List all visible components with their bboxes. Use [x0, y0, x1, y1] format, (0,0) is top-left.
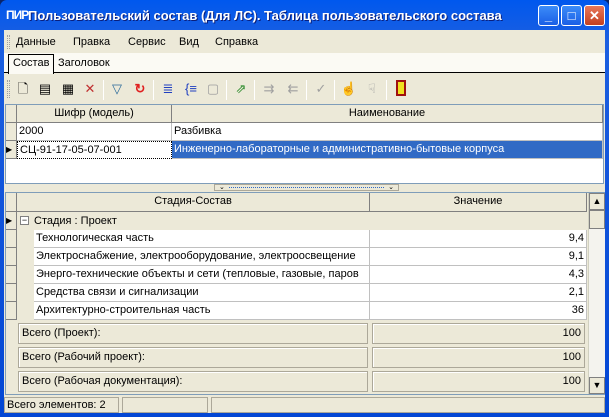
move-out-icon: ⇇ — [287, 81, 299, 96]
maximize-button[interactable]: □ — [561, 5, 582, 26]
table-cell-code[interactable]: СЦ-91-17-05-07-001 — [17, 141, 172, 159]
row-indicator[interactable] — [6, 123, 17, 141]
filter-icon[interactable]: ▽ — [108, 80, 126, 98]
properties-icon[interactable]: ▦ — [59, 80, 77, 98]
row-indicator[interactable] — [6, 230, 17, 248]
window: ПИР Пользовательский состав (Для ЛС). Та… — [0, 0, 609, 417]
menu-edit[interactable]: Правка — [73, 36, 110, 48]
toolbar-grip[interactable] — [7, 80, 10, 98]
table-cell-stage[interactable]: Архитектурно-строительная часть — [34, 302, 370, 320]
status-count: Всего элементов: 2 — [4, 397, 119, 413]
total-value: 100 — [372, 347, 585, 368]
status-panel — [211, 397, 605, 413]
total-value: 100 — [372, 323, 585, 344]
toolbar-separator — [386, 80, 387, 100]
toolbar-separator — [153, 80, 154, 100]
table-cell-stage[interactable]: Технологическая часть — [34, 230, 370, 248]
table-cell-stage[interactable]: Энерго-технические объекты и сети (тепло… — [34, 266, 370, 284]
scroll-up-button[interactable]: ▲ — [589, 193, 605, 210]
export-icon[interactable]: ⇗ — [232, 80, 250, 98]
table-cell-stage[interactable]: Электроснабжение, электрооборудование, э… — [34, 248, 370, 266]
row-indicator[interactable] — [6, 284, 17, 302]
menu-service[interactable]: Сервис — [128, 36, 166, 48]
group-row-stage[interactable]: Стадия : Проект — [34, 213, 117, 230]
collapse-toggle-icon[interactable]: − — [20, 216, 29, 225]
scroll-down-button[interactable]: ▼ — [589, 377, 605, 394]
column-header-value[interactable]: Значение — [370, 193, 587, 212]
scroll-thumb[interactable] — [589, 210, 605, 229]
menu-bar: Данные Правка Сервис Вид Справка — [4, 32, 605, 52]
total-label: Всего (Рабочая документация): — [18, 371, 368, 392]
exit-door-icon[interactable] — [392, 80, 410, 98]
total-value: 100 — [372, 371, 585, 392]
table-cell-value[interactable]: 2,1 — [370, 284, 587, 302]
total-label: Всего (Проект): — [18, 323, 368, 344]
toolbar-separator — [226, 80, 227, 100]
menu-grip[interactable] — [7, 35, 10, 49]
splitter[interactable]: ⌄ ⌄ — [214, 184, 399, 191]
table-cell-value[interactable]: 36 — [370, 302, 587, 320]
row-indicator[interactable] — [6, 248, 17, 266]
table-cell-value[interactable]: 9,1 — [370, 248, 587, 266]
status-panel — [122, 397, 208, 413]
toolbar-separator — [306, 80, 307, 100]
row-indicator[interactable] — [6, 266, 17, 284]
menu-data[interactable]: Данные — [16, 36, 56, 48]
table-cell-stage[interactable]: Средства связи и сигнализации — [34, 284, 370, 302]
table-cell-name[interactable]: Разбивка — [172, 123, 603, 141]
toolbar: 🗋 ▤ ▦ ✕ ▽ ↻ ≣ {≡ ▢ ⇗ ⇉ ⇇ ✓ ☝ ☟ — [4, 76, 424, 102]
new-icon[interactable]: 🗋 — [14, 80, 32, 98]
composition-grid: Стадия-Состав Значение ▶ − Стадия : Прое… — [5, 192, 605, 395]
client-area: Данные Правка Сервис Вид Справка Состав … — [4, 30, 605, 413]
menu-help[interactable]: Справка — [215, 36, 258, 48]
row-indicator-header — [6, 193, 17, 212]
window-title: Пользовательский состав (Для ЛС). Таблиц… — [28, 8, 502, 23]
menu-view[interactable]: Вид — [179, 36, 199, 48]
toolbar-separator — [334, 80, 335, 100]
bracket-icon[interactable]: {≡ — [182, 80, 200, 98]
import-icon[interactable]: ≣ — [159, 80, 177, 98]
row-indicator[interactable] — [6, 302, 17, 320]
app-logo-icon: ПИР — [6, 8, 29, 22]
chevron-down-icon: ⌄ — [388, 184, 394, 191]
row-indicator-header — [6, 105, 17, 123]
column-header-code[interactable]: Шифр (модель) — [17, 105, 172, 123]
delete-icon[interactable]: ✕ — [81, 80, 99, 98]
table-cell-value[interactable]: 9,4 — [370, 230, 587, 248]
tab-composition[interactable]: Состав — [8, 54, 55, 74]
move-in-icon: ⇉ — [263, 81, 275, 96]
close-button[interactable]: ✕ — [584, 5, 605, 26]
column-header-stage[interactable]: Стадия-Состав — [17, 193, 370, 212]
toolbar-separator — [103, 80, 104, 100]
vertical-scrollbar[interactable]: ▲ ▼ — [588, 193, 605, 394]
minimize-button[interactable]: _ — [538, 5, 559, 26]
toolbar-separator — [254, 80, 255, 100]
table-cell-name-selected[interactable]: Инженерно-лабораторные и административно… — [172, 141, 603, 159]
table-cell-code[interactable]: 2000 — [17, 123, 172, 141]
chevron-down-icon: ⌄ — [219, 184, 225, 191]
current-row-arrow-icon[interactable]: ▶ — [6, 141, 17, 159]
total-label: Всего (Рабочий проект): — [18, 347, 368, 368]
check-icon: ✓ — [315, 81, 327, 96]
tab-strip: Состав Заголовок — [4, 53, 605, 74]
title-bar[interactable]: ПИР Пользовательский состав (Для ЛС). Та… — [0, 0, 609, 30]
tab-header[interactable]: Заголовок — [54, 55, 114, 74]
hand-down-icon: ☟ — [368, 81, 376, 96]
column-header-name[interactable]: Наименование — [172, 105, 603, 123]
refresh-icon[interactable]: ↻ — [131, 80, 149, 98]
table-cell-value[interactable]: 4,3 — [370, 266, 587, 284]
notepad-icon[interactable]: ▤ — [36, 80, 54, 98]
models-grid: Шифр (модель) Наименование 2000 Разбивка… — [5, 104, 604, 184]
hand-up-icon[interactable]: ☝ — [340, 80, 358, 98]
copy-icon: ▢ — [206, 81, 220, 96]
current-row-arrow-icon[interactable]: ▶ — [6, 212, 17, 230]
